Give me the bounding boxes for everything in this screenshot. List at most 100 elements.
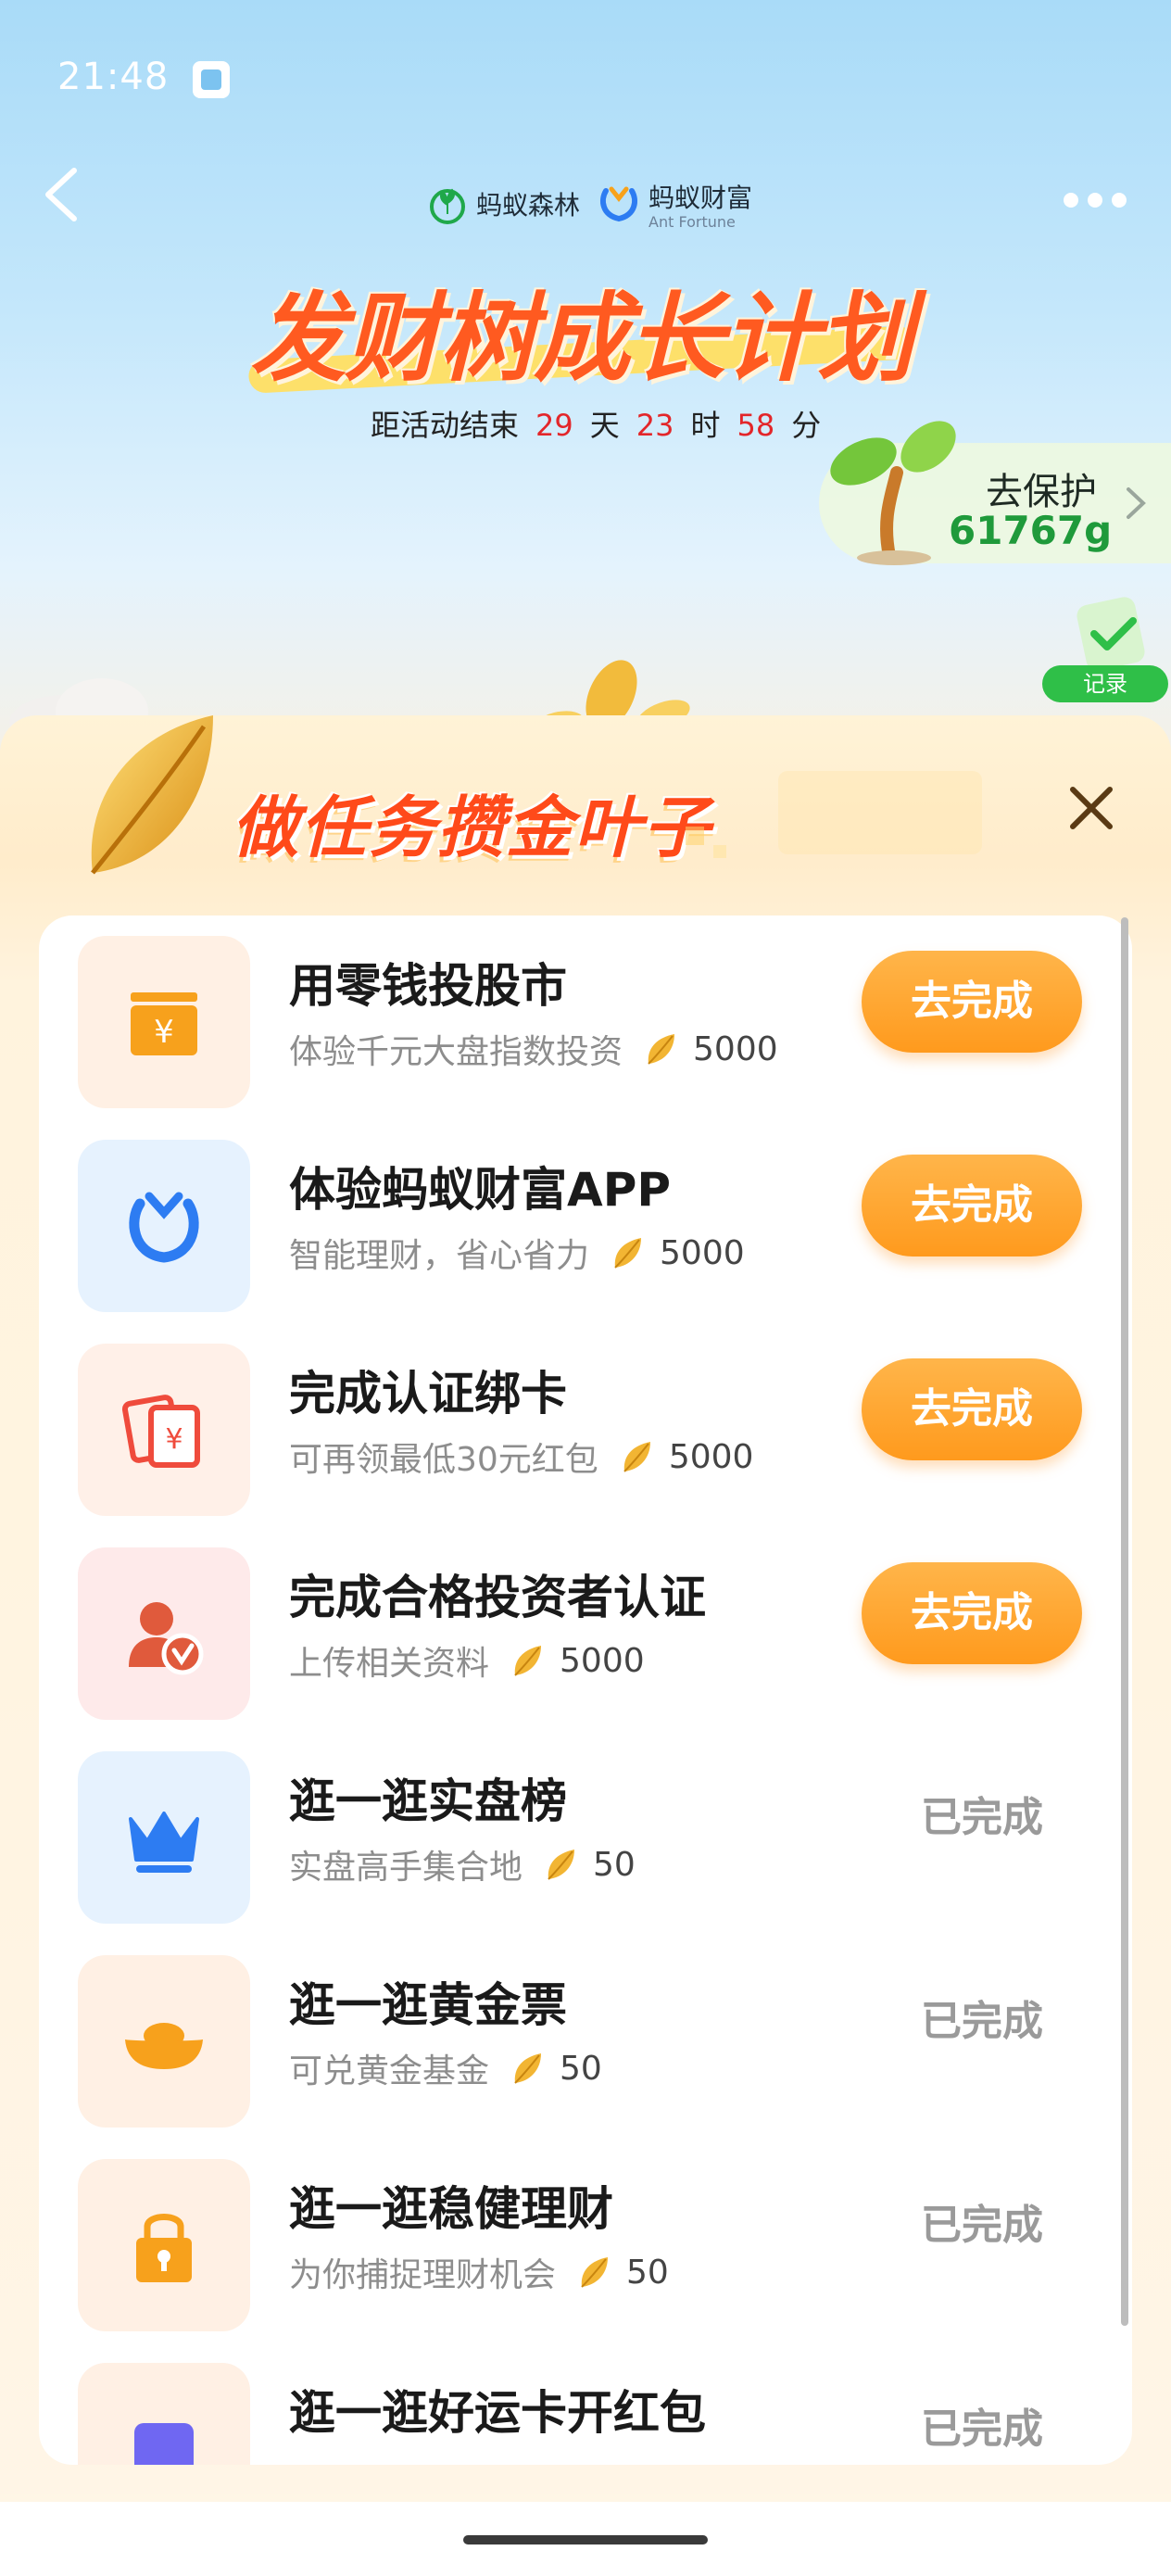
countdown-minutes-unit: 分 [791,408,822,443]
close-icon [1070,787,1113,829]
gold-leaf-icon [614,1238,642,1269]
task-subtitle-row: 可再领最低30元红包 5000 [289,1433,753,1481]
task-icon-box [78,2159,250,2331]
task-title: 逛一逛好运卡开红包 [289,2386,706,2440]
app-screen: 21:48 蚂蚁森林 蚂蚁财富 Ant Fortune 发财树成长计划 距活动结… [0,0,1171,2576]
task-row: ¥ 用零钱投股市 体验千元大盘指数投资 5000 去完成 [39,915,1132,1119]
task-icon-box: ¥ [78,936,250,1108]
dot-icon [1064,193,1078,208]
task-row: 逛一逛好运卡开红包 已完成 [39,2342,1132,2465]
page-title: 发财树成长计划 [250,282,913,395]
task-subtitle-row: 上传相关资料 5000 [289,1636,645,1685]
task-row: 体验蚂蚁财富APP 智能理财，省心省力 5000 去完成 [39,1119,1132,1323]
task-reward: 5000 [668,1437,754,1476]
task-action-button[interactable]: 去完成 [862,951,1082,1053]
gold-leaf-icon [623,1442,650,1472]
record-label: 记录 [1042,665,1168,702]
brand-forest: 蚂蚁森林 [426,183,580,225]
ant-fortune-icon [129,1192,199,1263]
task-row: ¥ 完成认证绑卡 可再领最低30元红包 5000 去完成 [39,1323,1132,1527]
dot-icon [1112,193,1127,208]
task-subtitle: 体验千元大盘指数投资 [289,1033,623,1071]
task-title: 用零钱投股市 [289,959,567,1013]
task-subtitle: 智能理财，省心省力 [289,1237,590,1275]
back-button[interactable] [37,158,93,232]
task-title: 逛一逛实盘榜 [289,1774,567,1828]
countdown-hours: 23 [636,408,674,443]
task-subtitle-row: 智能理财，省心省力 5000 [289,1229,745,1277]
gold-leaf-icon [514,1646,542,1676]
task-row: 逛一逛黄金票 可兑黄金基金 50 已完成 [39,1935,1132,2139]
yen-box-icon: ¥ [131,992,197,1055]
task-icon-box: ¥ [78,1344,250,1516]
verified-user-icon [129,1602,204,1675]
task-done-label: 已完成 [921,1794,1043,1841]
task-subtitle: 上传相关资料 [289,1645,490,1683]
task-title: 逛一逛黄金票 [289,1978,567,2032]
ant-fortune-logo-icon [600,186,637,222]
task-done-label: 已完成 [921,1998,1043,2045]
task-reward: 5000 [660,1233,745,1272]
protect-value: 61767g [949,508,1113,553]
chevron-right-icon [1127,487,1146,519]
svg-text:¥: ¥ [165,1423,183,1456]
task-reward: 5000 [560,1641,645,1680]
task-icon-box [78,1955,250,2128]
svg-text:¥: ¥ [154,1014,174,1051]
hero-title-block: 发财树成长计划 [232,259,936,398]
status-time: 21:48 [57,56,170,98]
ant-forest-icon [430,188,465,224]
alipay-status-icon [193,61,230,98]
gold-leaf-icon [91,715,213,875]
task-subtitle: 可兑黄金基金 [289,2052,490,2090]
task-row: 完成合格投资者认证 上传相关资料 5000 去完成 [39,1527,1132,1731]
sapling-icon [830,421,956,565]
task-subtitle-row: 可兑黄金基金 50 [289,2044,602,2092]
scrollbar[interactable] [1121,917,1128,2326]
task-row: 逛一逛稳健理财 为你捕捉理财机会 50 已完成 [39,2139,1132,2342]
task-subtitle: 实盘高手集合地 [289,1849,523,1887]
gold-leaf-icon [548,1850,575,1880]
task-row: 逛一逛实盘榜 实盘高手集合地 50 已完成 [39,1731,1132,1935]
close-button[interactable] [1064,780,1119,836]
gold-ingot-icon [125,2023,203,2069]
record-button[interactable]: 记录 [1042,593,1168,704]
task-subtitle: 为你捕捉理财机会 [289,2256,557,2294]
more-options-button[interactable] [1064,182,1138,219]
countdown: 距活动结束 29 天 23 时 58 分 [371,402,821,445]
crown-icon [129,1812,199,1873]
task-done-label: 已完成 [921,2202,1043,2249]
task-reward: 5000 [693,1029,778,1068]
home-indicator[interactable] [463,2535,708,2544]
brand-forest-label: 蚂蚁森林 [476,190,581,221]
countdown-prefix: 距活动结束 [371,408,520,443]
gold-leaf-icon [648,1034,675,1065]
status-bar: 21:48 [0,0,1171,158]
task-icon-box [78,1751,250,1924]
brand-fortune-sub: Ant Fortune [648,213,736,231]
task-action-button[interactable]: 去完成 [862,1155,1082,1256]
lock-icon [136,2214,192,2282]
task-action-button[interactable]: 去完成 [862,1562,1082,1664]
task-subtitle-row: 实盘高手集合地 50 [289,1840,636,1888]
countdown-days: 29 [535,408,573,443]
lucky-card-icon [134,2423,194,2465]
chevron-left-icon [45,168,77,221]
panel-title: 做任务攒金叶子 [232,789,712,866]
countdown-hours-unit: 时 [690,408,721,443]
gold-leaf-icon [514,2053,542,2084]
task-title: 逛一逛稳健理财 [289,2182,613,2236]
task-title: 完成认证绑卡 [289,1367,567,1421]
task-list[interactable]: ¥ 用零钱投股市 体验千元大盘指数投资 5000 去完成 体验蚂蚁财富APP 智… [39,915,1132,2465]
task-subtitle: 可再领最低30元红包 [289,1441,598,1479]
task-icon-box [78,1547,250,1720]
task-icon-box [78,1140,250,1312]
dot-icon [1088,193,1102,208]
brand-fortune: 蚂蚁财富 Ant Fortune [597,178,752,230]
task-reward: 50 [560,2049,602,2088]
task-done-label: 已完成 [921,2406,1043,2453]
gold-leaf-icon [581,2257,609,2288]
brand-fortune-label: 蚂蚁财富 [648,183,753,213]
task-subtitle-row: 为你捕捉理财机会 50 [289,2248,669,2296]
task-action-button[interactable]: 去完成 [862,1358,1082,1460]
